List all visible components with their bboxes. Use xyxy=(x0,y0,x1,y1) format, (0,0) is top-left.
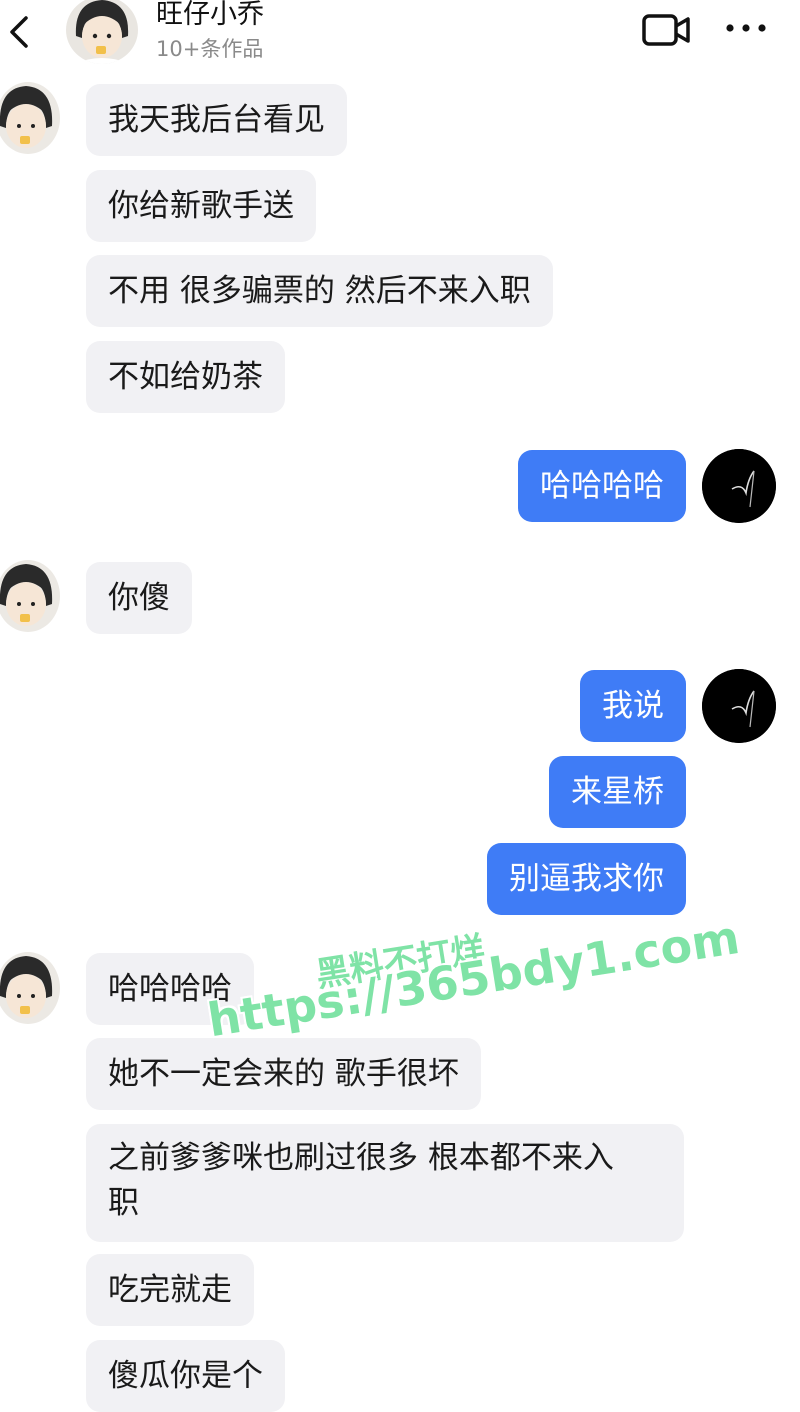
message-bubble-incoming[interactable]: 傻瓜你是个 xyxy=(86,1340,285,1412)
more-dots-icon[interactable] xyxy=(724,16,768,40)
message-bubble-outgoing[interactable]: 来星桥 xyxy=(549,756,686,828)
contact-avatar[interactable] xyxy=(0,952,60,1024)
message-bubble-incoming[interactable]: 不用 很多骗票的 然后不来入职 xyxy=(86,255,553,327)
message-bubble-incoming[interactable]: 吃完就走 xyxy=(86,1254,254,1326)
message-bubble-incoming[interactable]: 哈哈哈哈 xyxy=(86,953,254,1025)
watermark-url: https://365bdy1.com xyxy=(204,909,744,1048)
message-bubble-incoming[interactable]: 你给新歌手送 xyxy=(86,170,316,242)
message-bubble-incoming[interactable]: 不如给奶茶 xyxy=(86,341,285,413)
message-bubble-incoming[interactable]: 之前爹爹咪也刷过很多 根本都不来入 职 xyxy=(86,1124,684,1242)
contact-name: 旺仔小乔 xyxy=(156,0,264,30)
watermark-title: 黑料不打烊 xyxy=(313,929,488,996)
message-line: 之前爹爹咪也刷过很多 根本都不来入 xyxy=(108,1140,614,1176)
my-avatar[interactable] xyxy=(702,449,776,523)
message-bubble-outgoing[interactable]: 我说 xyxy=(580,670,686,742)
message-bubble-outgoing[interactable]: 哈哈哈哈 xyxy=(518,450,686,522)
contact-avatar[interactable] xyxy=(66,0,138,64)
chat-header: 旺仔小乔 10+条作品 xyxy=(0,0,800,72)
my-avatar[interactable] xyxy=(702,669,776,743)
chevron-left-icon[interactable] xyxy=(4,14,34,50)
message-bubble-incoming[interactable]: 我天我后台看见 xyxy=(86,84,347,156)
contact-subtitle[interactable]: 10+条作品 xyxy=(156,36,263,62)
message-bubble-incoming[interactable]: 你傻 xyxy=(86,562,192,634)
video-camera-icon[interactable] xyxy=(640,10,692,50)
message-line: 职 xyxy=(108,1185,139,1221)
message-bubble-incoming[interactable]: 她不一定会来的 歌手很坏 xyxy=(86,1038,481,1110)
contact-avatar[interactable] xyxy=(0,82,60,154)
message-bubble-outgoing[interactable]: 别逼我求你 xyxy=(487,843,686,915)
contact-avatar[interactable] xyxy=(0,560,60,632)
